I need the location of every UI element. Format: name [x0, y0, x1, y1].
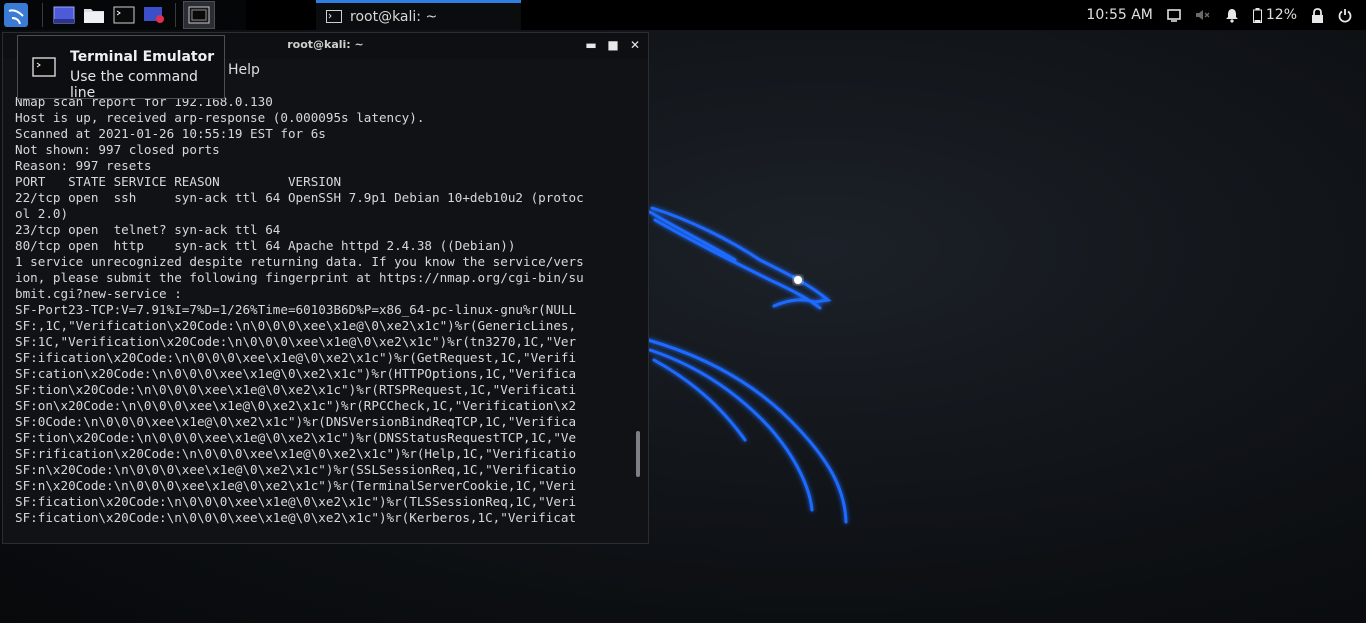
battery-indicator[interactable]: 12% — [1252, 7, 1297, 23]
terminal-line: ol 2.0) — [15, 206, 69, 221]
terminal-icon — [113, 6, 135, 24]
close-button[interactable]: ✕ — [627, 37, 643, 53]
terminal-line: SF:n\x20Code:\n\0\0\0\xee\x1e@\0\xe2\x1c… — [15, 478, 577, 493]
terminal-line: 1 service unrecognized despite returning… — [15, 254, 584, 269]
lock-screen-icon[interactable] — [1311, 7, 1324, 23]
terminal-line: Scanned at 2021-01-26 10:55:19 EST for 6… — [15, 126, 326, 141]
terminal-line: SF:0Code:\n\0\0\0\xee\x1e@\0\xe2\x1c")%r… — [15, 414, 577, 429]
folder-icon — [84, 9, 104, 23]
terminal-icon — [32, 57, 56, 77]
terminal-line: SF-Port23-TCP:V=7.91%I=7%D=1/26%Time=601… — [15, 302, 577, 317]
file-manager-launcher[interactable] — [80, 1, 108, 29]
terminal-line: 23/tcp open telnet? syn-ack ttl 64 — [15, 222, 281, 237]
taskbar-window-title: root@kali: ~ — [350, 8, 438, 25]
terminal-line: SF:fication\x20Code:\n\0\0\0\xee\x1e@\0\… — [15, 510, 577, 525]
terminal-line: PORT STATE SERVICE REASON VERSION — [15, 174, 342, 189]
system-tray: 10:55 AM 12% — [1086, 0, 1366, 30]
top-panel: root@kali: ~ 10:55 AM 12% — [0, 0, 1366, 30]
terminal-line: Reason: 997 resets — [15, 158, 152, 173]
clock[interactable]: 10:55 AM — [1086, 7, 1152, 23]
display-icon[interactable] — [1167, 8, 1181, 22]
battery-icon — [1252, 7, 1262, 23]
screen-recorder-icon — [144, 7, 164, 23]
terminal-line: SF:n\x20Code:\n\0\0\0\xee\x1e@\0\xe2\x1c… — [15, 462, 577, 477]
terminal-line: 22/tcp open ssh syn-ack ttl 64 OpenSSH 7… — [15, 190, 584, 205]
terminal-window[interactable]: root@kali: ~ ▬ ■ ✕ Fi A Help Nmap scan r… — [2, 32, 649, 544]
panel-separator — [175, 3, 176, 27]
launcher-tooltip: Terminal Emulator Use the command line — [17, 35, 225, 101]
terminal-line: SF:1C,"Verification\x20Code:\n\0\0\0\xee… — [15, 334, 577, 349]
terminal-line: SF:,1C,"Verification\x20Code:\n\0\0\0\xe… — [15, 318, 577, 333]
terminal-line: SF:fication\x20Code:\n\0\0\0\xee\x1e@\0\… — [15, 494, 577, 509]
panel-separator — [42, 3, 43, 27]
terminal-line: SF:rification\x20Code:\n\0\0\0\xee\x1e@\… — [15, 446, 577, 461]
workspace-switcher[interactable] — [183, 1, 215, 29]
terminal-line: ion, please submit the following fingerp… — [15, 270, 584, 285]
terminal-line: SF:on\x20Code:\n\0\0\0\xee\x1e@\0\xe2\x1… — [15, 398, 577, 413]
terminal-line: SF:cation\x20Code:\n\0\0\0\xee\x1e@\0\xe… — [15, 366, 577, 381]
tooltip-title: Terminal Emulator — [70, 49, 215, 65]
maximize-button[interactable]: ■ — [605, 37, 621, 53]
terminal-line: SF:tion\x20Code:\n\0\0\0\xee\x1e@\0\xe2\… — [15, 382, 577, 397]
desktop-icon — [53, 6, 75, 24]
menu-help[interactable]: Help — [228, 62, 260, 78]
kali-logo-icon — [4, 3, 28, 27]
terminal-line: SF:ification\x20Code:\n\0\0\0\xee\x1e@\0… — [15, 350, 577, 365]
terminal-line: Host is up, received arp-response (0.000… — [15, 110, 425, 125]
workspace-icon — [188, 6, 210, 24]
scrollbar-thumb[interactable] — [636, 431, 640, 477]
show-desktop-launcher[interactable] — [50, 1, 78, 29]
terminal-line: SF:tion\x20Code:\n\0\0\0\xee\x1e@\0\xe2\… — [15, 430, 577, 445]
minimize-button[interactable]: ▬ — [583, 37, 599, 53]
terminal-icon — [326, 10, 342, 23]
terminal-output[interactable]: Nmap scan report for 192.168.0.130 Host i… — [15, 94, 623, 540]
terminal-line: Not shown: 997 closed ports — [15, 142, 220, 157]
kali-menu-button[interactable] — [2, 1, 30, 29]
battery-percent: 12% — [1265, 7, 1297, 23]
screen-recorder-launcher[interactable] — [140, 1, 168, 29]
scrollbar[interactable] — [636, 91, 640, 541]
terminal-launcher[interactable] — [110, 1, 138, 29]
terminal-line: 80/tcp open http syn-ack ttl 64 Apache h… — [15, 238, 516, 253]
notification-bell-icon[interactable] — [1225, 8, 1239, 23]
power-icon[interactable] — [1338, 8, 1352, 23]
tooltip-description: Use the command line — [70, 69, 198, 101]
terminal-line: bmit.cgi?new-service : — [15, 286, 182, 301]
taskbar-window-button[interactable]: root@kali: ~ — [316, 0, 521, 30]
volume-muted-icon[interactable] — [1195, 8, 1211, 22]
launcher-bar — [0, 0, 246, 30]
